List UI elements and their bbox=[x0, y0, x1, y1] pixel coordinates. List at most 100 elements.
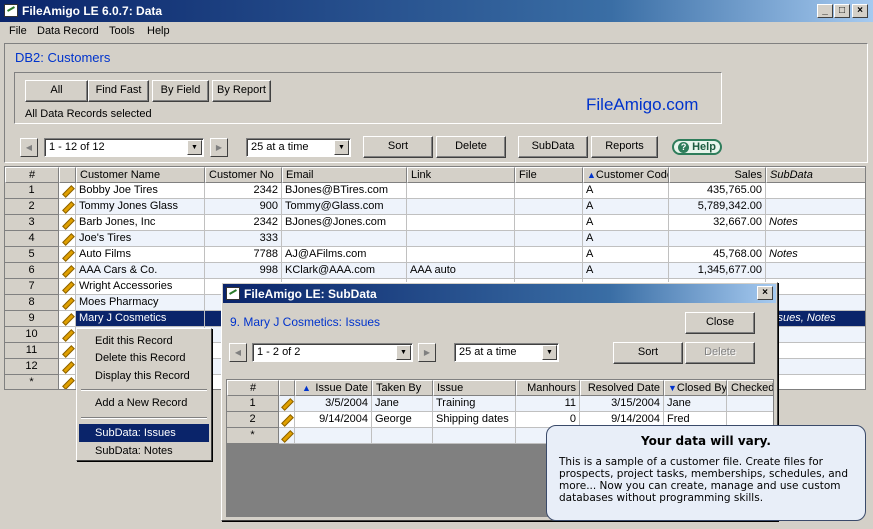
cell-file[interactable] bbox=[515, 183, 583, 199]
cell-email[interactable]: BJones@BTires.com bbox=[282, 183, 407, 199]
column-header-subdata[interactable]: SubData bbox=[766, 167, 865, 183]
ctx-edit-record[interactable]: Edit this Record bbox=[79, 332, 209, 350]
sub-cell-taken-by[interactable]: Jane bbox=[372, 396, 433, 412]
cell-subdata[interactable]: Notes bbox=[766, 247, 865, 263]
row-edit-cell[interactable] bbox=[59, 295, 76, 311]
subdata-page-size-select[interactable]: 25 at a time ▼ bbox=[454, 343, 559, 362]
sub-column-header-edit[interactable] bbox=[279, 380, 295, 396]
select-all-button[interactable]: All bbox=[25, 80, 88, 102]
row-edit-cell[interactable] bbox=[59, 343, 76, 359]
cell-sales[interactable]: 45,768.00 bbox=[669, 247, 766, 263]
subdata-close-button[interactable]: Close bbox=[685, 312, 755, 334]
cell-code[interactable]: A bbox=[583, 215, 669, 231]
row-edit-cell[interactable] bbox=[59, 311, 76, 327]
cell-subdata[interactable]: Issues, Notes bbox=[766, 311, 865, 327]
pencil-icon[interactable] bbox=[60, 375, 74, 389]
next-page-button[interactable]: ▶ bbox=[210, 138, 228, 157]
cell-file[interactable] bbox=[515, 231, 583, 247]
sub-column-header-num[interactable]: # bbox=[227, 380, 279, 396]
cell-link[interactable]: AAA auto bbox=[407, 263, 515, 279]
row-number[interactable]: 7 bbox=[5, 279, 59, 295]
sub-row-number[interactable]: 1 bbox=[227, 396, 279, 412]
pencil-icon[interactable] bbox=[60, 263, 74, 277]
by-report-button[interactable]: By Report bbox=[212, 80, 271, 102]
cell-code[interactable]: A bbox=[583, 247, 669, 263]
close-window-button[interactable]: × bbox=[852, 4, 868, 18]
row-edit-cell[interactable] bbox=[59, 327, 76, 343]
cell-sales[interactable]: 1,345,677.00 bbox=[669, 263, 766, 279]
column-header-edit[interactable] bbox=[59, 167, 76, 183]
cell-name[interactable]: Joe's Tires bbox=[76, 231, 205, 247]
cell-link[interactable] bbox=[407, 199, 515, 215]
sub-cell-issue-date[interactable]: 3/5/2004 bbox=[295, 396, 372, 412]
row-edit-cell[interactable] bbox=[59, 263, 76, 279]
menu-data-record[interactable]: Data Record bbox=[37, 25, 99, 37]
sub-cell-manhours[interactable]: 11 bbox=[516, 396, 580, 412]
subdata-button[interactable]: SubData bbox=[518, 136, 588, 158]
pencil-icon[interactable] bbox=[60, 343, 74, 357]
sub-row-number[interactable]: * bbox=[227, 428, 279, 444]
sub-column-header-issue-date[interactable]: ▲ Issue Date bbox=[295, 380, 372, 396]
pencil-icon[interactable] bbox=[279, 412, 293, 426]
cell-name[interactable]: Tommy Jones Glass bbox=[76, 199, 205, 215]
cell-link[interactable] bbox=[407, 215, 515, 231]
cell-sales[interactable]: 32,667.00 bbox=[669, 215, 766, 231]
cell-subdata[interactable]: Notes bbox=[766, 215, 865, 231]
cell-no[interactable]: 7788 bbox=[205, 247, 282, 263]
row-edit-cell[interactable] bbox=[59, 231, 76, 247]
sub-cell-issue[interactable]: Shipping dates bbox=[433, 412, 516, 428]
cell-name[interactable]: Auto Films bbox=[76, 247, 205, 263]
column-header-customer-no[interactable]: Customer No bbox=[205, 167, 282, 183]
subdata-prev-button[interactable]: ◀ bbox=[229, 343, 247, 362]
sub-cell-issue[interactable]: Training bbox=[433, 396, 516, 412]
row-edit-cell[interactable] bbox=[59, 247, 76, 263]
row-number[interactable]: 1 bbox=[5, 183, 59, 199]
pencil-icon[interactable] bbox=[279, 396, 293, 410]
sub-cell-closed-by[interactable]: Jane bbox=[664, 396, 727, 412]
menu-tools[interactable]: Tools bbox=[109, 25, 135, 37]
subdata-next-button[interactable]: ▶ bbox=[418, 343, 436, 362]
sub-column-header-taken-by[interactable]: Taken By bbox=[372, 380, 433, 396]
pencil-icon[interactable] bbox=[60, 311, 74, 325]
sub-cell-issue-date[interactable] bbox=[295, 428, 372, 444]
cell-sales[interactable] bbox=[669, 231, 766, 247]
cell-code[interactable]: A bbox=[583, 263, 669, 279]
find-fast-button[interactable]: Find Fast bbox=[88, 80, 149, 102]
row-number[interactable]: 2 bbox=[5, 199, 59, 215]
cell-code[interactable]: A bbox=[583, 183, 669, 199]
row-edit-cell[interactable] bbox=[59, 375, 76, 389]
cell-no[interactable]: 900 bbox=[205, 199, 282, 215]
row-number[interactable]: 5 bbox=[5, 247, 59, 263]
cell-file[interactable] bbox=[515, 215, 583, 231]
ctx-display-record[interactable]: Display this Record bbox=[79, 367, 209, 385]
pencil-icon[interactable] bbox=[60, 327, 74, 341]
column-header-customer-name[interactable]: Customer Name bbox=[76, 167, 205, 183]
row-number[interactable]: 3 bbox=[5, 215, 59, 231]
sub-column-header-issue[interactable]: Issue bbox=[433, 380, 516, 396]
sub-cell-taken-by[interactable] bbox=[372, 428, 433, 444]
cell-subdata[interactable] bbox=[766, 199, 865, 215]
row-number[interactable]: 10 bbox=[5, 327, 59, 343]
cell-email[interactable] bbox=[282, 231, 407, 247]
cell-link[interactable] bbox=[407, 231, 515, 247]
ctx-subdata-notes[interactable]: SubData: Notes bbox=[79, 442, 209, 460]
row-edit-cell[interactable] bbox=[59, 183, 76, 199]
cell-subdata[interactable] bbox=[766, 279, 865, 295]
pencil-icon[interactable] bbox=[60, 231, 74, 245]
row-number[interactable]: 12 bbox=[5, 359, 59, 375]
pencil-icon[interactable] bbox=[60, 295, 74, 309]
row-edit-cell[interactable] bbox=[59, 199, 76, 215]
cell-email[interactable]: BJones@Jones.com bbox=[282, 215, 407, 231]
sub-row-edit-cell[interactable] bbox=[279, 428, 295, 444]
row-edit-cell[interactable] bbox=[59, 359, 76, 375]
pencil-icon[interactable] bbox=[60, 279, 74, 293]
page-size-select[interactable]: 25 at a time ▼ bbox=[246, 138, 351, 157]
ctx-subdata-issues[interactable]: SubData: Issues bbox=[79, 424, 209, 442]
column-header-customer-code[interactable]: ▲Customer Code bbox=[583, 167, 669, 183]
cell-no[interactable]: 2342 bbox=[205, 183, 282, 199]
row-edit-cell[interactable] bbox=[59, 215, 76, 231]
help-button[interactable]: ? Help bbox=[672, 139, 722, 155]
cell-subdata[interactable] bbox=[766, 359, 865, 375]
cell-file[interactable] bbox=[515, 263, 583, 279]
cell-subdata[interactable] bbox=[766, 183, 865, 199]
